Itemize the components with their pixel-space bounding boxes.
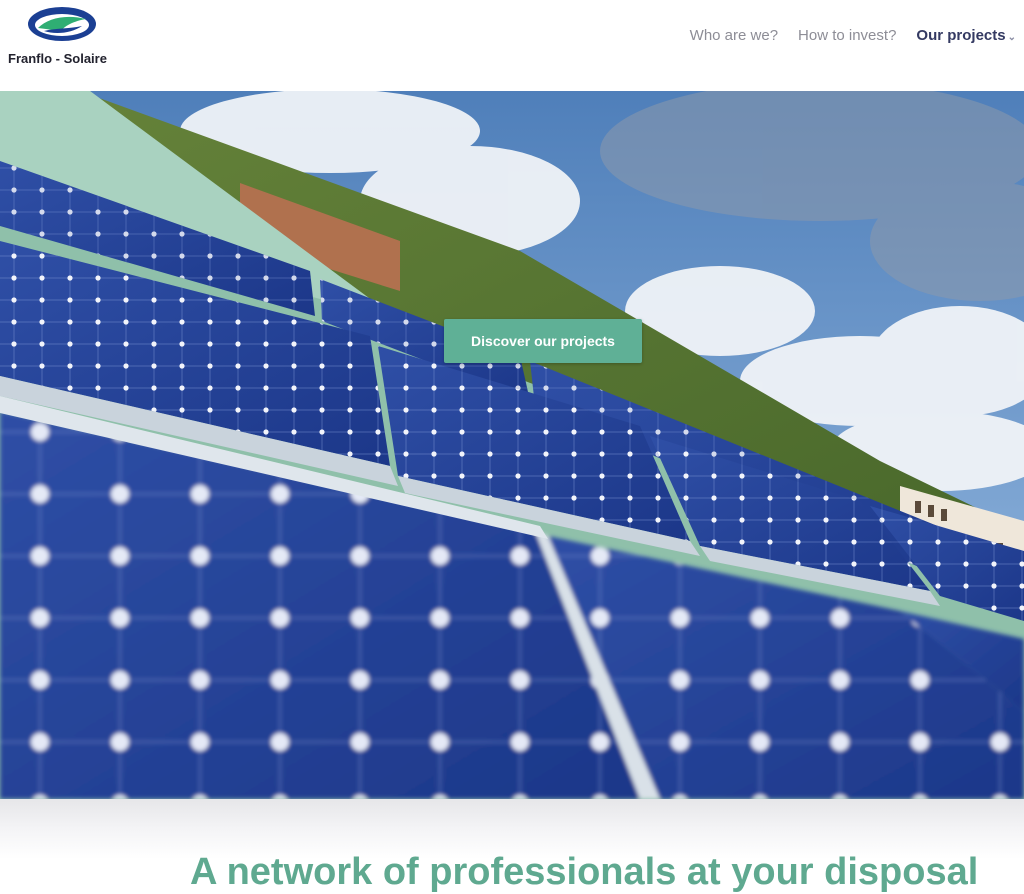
section-tagline: A network of professionals at your dispo… [190,851,979,893]
nav-item-our-projects-label: Our projects [916,27,1006,44]
intro-section: A network of professionals at your dispo… [0,799,1024,893]
brand-name: Franflo - Solaire [8,51,107,66]
franflo-logo-icon [28,7,96,41]
nav-item-who-are-we[interactable]: Who are we? [690,27,778,44]
site-header: Franflo - Solaire Who are we? How to inv… [0,0,1024,91]
hero-banner: Discover our projects [0,91,1024,799]
nav-item-how-to-invest[interactable]: How to invest? [798,27,896,44]
discover-projects-button[interactable]: Discover our projects [444,319,642,363]
nav-item-our-projects[interactable]: Our projects ⌄ [916,27,1016,44]
chevron-down-icon: ⌄ [1007,32,1016,43]
main-nav: Who are we? How to invest? Our projects ⌄ [670,27,1016,44]
site-logo[interactable]: Franflo - Solaire [6,4,118,70]
solar-panels-roof-photo [0,91,1024,799]
